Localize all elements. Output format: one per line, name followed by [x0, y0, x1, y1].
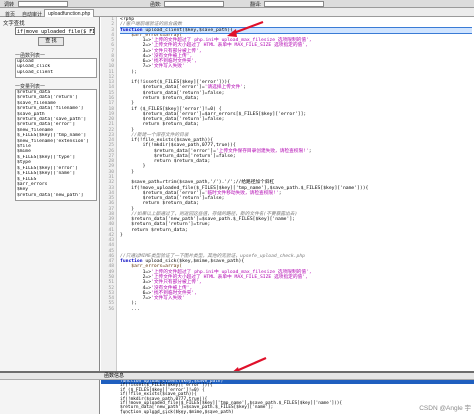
code-token: //客户端前端验证的后台函数 [120, 22, 182, 28]
code-token: return $return_data; [120, 122, 200, 128]
code-token: ); [120, 69, 137, 75]
code-token: ; [243, 85, 246, 91]
code-token: '上传文件的大小超过了 HTML 表单中 MAX_FILE_SIZE 选项指定的… [151, 43, 308, 49]
text-search-title: 文字查找 [3, 21, 25, 27]
code-token: 3=> [120, 48, 152, 54]
code-token: ); [120, 301, 137, 307]
code-token: } [120, 101, 135, 107]
code-token: 4=> [120, 285, 152, 291]
code-token: $return_data['return']=false; [120, 90, 225, 96]
toolbar: 调转 函数: 翻译: [0, 0, 474, 8]
watermark: CSDN @Angle 宇 [419, 405, 471, 412]
function-list: upload upload_click upload_client [15, 58, 97, 78]
code-token: $save_path=rtrim($save_path,'/').'/';//给… [120, 180, 275, 186]
code-token: '文件写入失败' [151, 64, 185, 70]
code-token: '文件只有部分被上传', [151, 280, 202, 286]
toolbar-label-jump: 调转 [4, 2, 15, 8]
annotation-arrow-top [227, 20, 264, 37]
code-token: if(!mkdir($save_path,0777,true)){ [120, 143, 236, 149]
left-panel: 文字查找 if(move_uploaded_file($_FI 查 找 一函数列… [0, 17, 100, 371]
code-token: return $return_data; [120, 227, 188, 233]
jump-input[interactable] [18, 1, 68, 7]
line-number: 56 [108, 306, 114, 312]
code-area[interactable]: <?php//客户端前端验证的后台函数 function upload_clien… [120, 17, 472, 371]
code-line: ... [120, 307, 472, 312]
code-token: $return_data['error']= [120, 85, 205, 91]
code-token: } [120, 232, 123, 238]
code-token: '文件只有部分被上传', [151, 48, 202, 54]
code-token: } [120, 169, 135, 175]
code-token: '文件写入失败' [151, 296, 185, 302]
code-token: 2=> [120, 43, 152, 49]
variable-list: $return_data $return_data['return'] $save_… [15, 89, 97, 201]
code-token: 3=> [120, 280, 152, 286]
search-input[interactable]: if(move_uploaded_file($_FI [15, 27, 95, 35]
code-token: upload_client($key,$save_path){ [145, 27, 233, 33]
code-token: if(!move_uploaded_file($_FILES[$key]['tm… [120, 185, 369, 191]
function-info-header: 函数信息 [0, 373, 474, 380]
code-token: 1=> [120, 269, 152, 275]
tab-uploadfunction[interactable]: uploadfunction.php [44, 9, 95, 17]
toolbar-label-function: 函数: [150, 2, 162, 8]
tab-home[interactable]: 首页 [1, 9, 19, 18]
code-token: } [120, 127, 135, 133]
code-token: ... [120, 306, 140, 312]
search-button[interactable]: 查 找 [38, 37, 64, 46]
code-editor[interactable]: 1 2 3 4 5 6 7 8 9 10 11 12 13 14 15 16 17 18 19 20 21 22 23 24 2… [101, 17, 474, 371]
line-number-gutter: 1 2 3 4 5 6 7 8 9 10 11 12 13 14 15 16 17 18 19 20 21 22 23 24 2… [101, 17, 117, 371]
translate-input[interactable] [264, 1, 324, 7]
code-token: 7=> [120, 64, 152, 70]
code-token: return $return_data; [120, 201, 200, 207]
function-info-sidebar [0, 380, 100, 414]
code-token: ; [308, 148, 312, 154]
code-token: } [120, 164, 146, 170]
code-token: '上传文件保存目录创建失败，请检查权限!' [215, 148, 309, 154]
function-input[interactable] [164, 1, 224, 7]
code-token: ; [278, 190, 282, 196]
function-info-list[interactable]: function upload_client($key,$save_path) i… [101, 380, 474, 414]
tab-bar: 首页 自动审计 uploadfunction.php [0, 8, 474, 18]
variable-item[interactable]: $_FILES[$key]['tmp_name'] [16, 133, 96, 138]
code-token: $return_data['return']=true; [120, 222, 211, 228]
code-token: function [120, 27, 146, 33]
code-token: } [120, 206, 135, 212]
code-token: if ($_FILES[$key]['error']!=0) { [120, 106, 222, 112]
code-token: '请选择上传文件' [204, 85, 244, 91]
code-token: $return_data['error']= [120, 148, 216, 154]
code-token: $arr_errors=array( [120, 264, 183, 270]
tab-auto-audit[interactable]: 自动审计 [18, 9, 46, 18]
variable-item[interactable]: $return_data['new_path'] [16, 193, 96, 198]
code-token: '没有文件被上传', [151, 285, 193, 291]
function-info-panel: 函数信息 function upload_client($key,$save_p… [0, 371, 474, 414]
function-item[interactable]: upload_client [16, 70, 96, 75]
toolbar-label-translate: 翻译: [250, 2, 262, 8]
code-token: '上传的文件超过了 php.ini中 upload_max_filesize 选… [151, 269, 312, 275]
